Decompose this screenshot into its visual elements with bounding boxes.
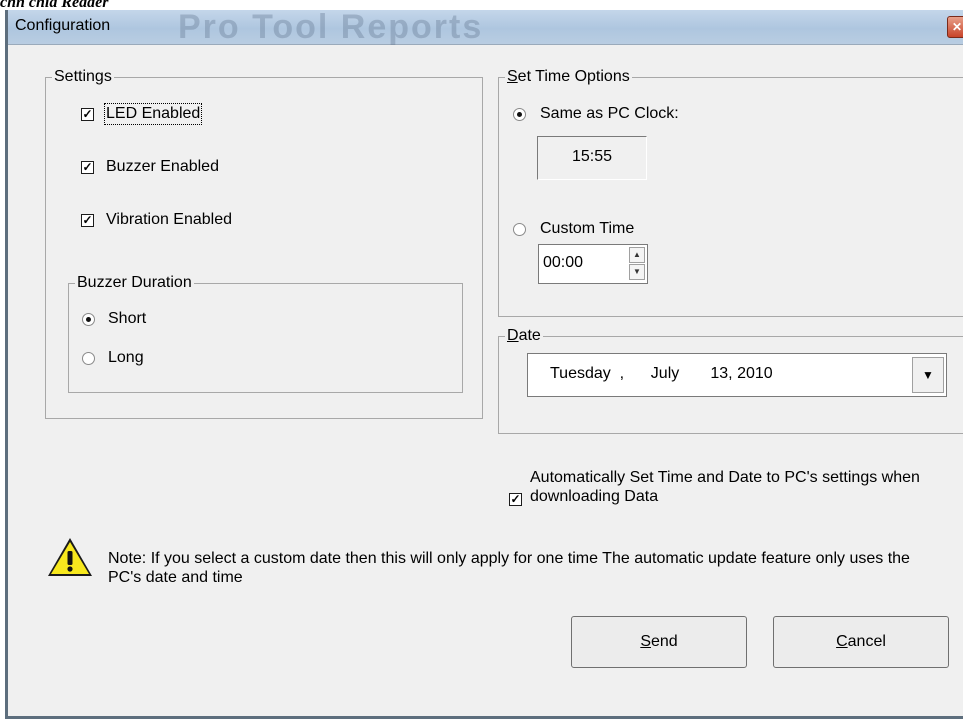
buzzer-enabled-checkbox[interactable]: ✓ bbox=[81, 161, 94, 174]
buzzer-long-radio[interactable] bbox=[82, 352, 95, 365]
buzzer-duration-legend: Buzzer Duration bbox=[75, 274, 194, 292]
same-as-pc-clock-label[interactable]: Same as PC Clock: bbox=[540, 105, 679, 123]
settings-legend: Settings bbox=[52, 68, 114, 86]
custom-time-label[interactable]: Custom Time bbox=[540, 220, 634, 238]
custom-time-spinner[interactable]: ▲ ▼ bbox=[629, 247, 645, 281]
date-month: July bbox=[650, 365, 680, 382]
same-as-pc-clock-radio[interactable] bbox=[513, 108, 526, 121]
configuration-dialog: Pro Tool Reports Configuration ✕ Setting… bbox=[5, 8, 963, 719]
led-enabled-label[interactable]: LED Enabled bbox=[103, 103, 203, 125]
warning-icon bbox=[48, 538, 92, 576]
dialog-client-area: Settings ✓ LED Enabled ✓ Buzzer Enabled … bbox=[8, 45, 963, 716]
set-time-options-legend: Set Time Options bbox=[505, 68, 632, 86]
date-day-year: 13, 2010 bbox=[710, 365, 773, 382]
buzzer-enabled-label[interactable]: Buzzer Enabled bbox=[106, 158, 219, 176]
date-value: Tuesday , July 13, 2010 bbox=[550, 365, 773, 383]
auto-sync-label[interactable]: Automatically Set Time and Date to PC's … bbox=[530, 468, 950, 506]
buzzer-short-radio[interactable] bbox=[82, 313, 95, 326]
date-legend: Date bbox=[505, 327, 543, 345]
chevron-down-icon[interactable]: ▼ bbox=[912, 357, 944, 393]
led-enabled-checkbox[interactable]: ✓ bbox=[81, 108, 94, 121]
custom-time-input[interactable]: 00:00 ▲ ▼ bbox=[538, 244, 648, 284]
pc-clock-display: 15:55 bbox=[537, 136, 647, 180]
title-bar[interactable]: Pro Tool Reports Configuration ✕ bbox=[8, 8, 963, 46]
title-watermark: Pro Tool Reports bbox=[178, 8, 484, 46]
cancel-button[interactable]: Cancel bbox=[773, 616, 949, 668]
note-text: Note: If you select a custom date then t… bbox=[108, 550, 910, 586]
spin-down-icon[interactable]: ▼ bbox=[629, 264, 645, 280]
auto-sync-checkbox[interactable]: ✓ bbox=[509, 493, 522, 506]
date-weekday: Tuesday bbox=[550, 365, 611, 382]
buzzer-long-label[interactable]: Long bbox=[108, 349, 144, 367]
date-picker[interactable]: Tuesday , July 13, 2010 ▼ bbox=[527, 353, 947, 397]
custom-time-radio[interactable] bbox=[513, 223, 526, 236]
buzzer-short-label[interactable]: Short bbox=[108, 310, 146, 328]
vibration-enabled-checkbox[interactable]: ✓ bbox=[81, 214, 94, 227]
buzzer-duration-group: Buzzer Duration bbox=[68, 274, 463, 393]
pc-clock-value: 15:55 bbox=[571, 148, 613, 165]
window-title: Configuration bbox=[15, 17, 111, 34]
vibration-enabled-label[interactable]: Vibration Enabled bbox=[106, 211, 232, 229]
send-button[interactable]: Send bbox=[571, 616, 747, 668]
custom-time-value: 00:00 bbox=[543, 254, 584, 271]
close-icon[interactable]: ✕ bbox=[947, 16, 963, 38]
spin-up-icon[interactable]: ▲ bbox=[629, 247, 645, 263]
